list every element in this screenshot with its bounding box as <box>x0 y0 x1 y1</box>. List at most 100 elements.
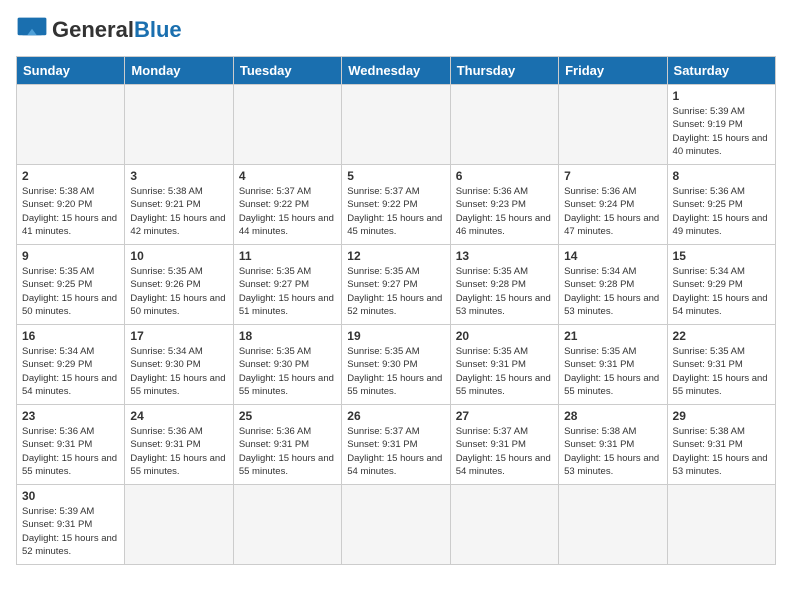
calendar-cell <box>450 85 558 165</box>
day-info: Sunrise: 5:34 AM Sunset: 9:28 PM Dayligh… <box>564 265 661 318</box>
day-number: 14 <box>564 249 661 263</box>
day-info: Sunrise: 5:36 AM Sunset: 9:24 PM Dayligh… <box>564 185 661 238</box>
day-info: Sunrise: 5:36 AM Sunset: 9:31 PM Dayligh… <box>22 425 119 478</box>
day-number: 6 <box>456 169 553 183</box>
day-number: 19 <box>347 329 444 343</box>
calendar-cell: 3 Sunrise: 5:38 AM Sunset: 9:21 PM Daylig… <box>125 165 233 245</box>
calendar-cell: 11 Sunrise: 5:35 AM Sunset: 9:27 PM Dayli… <box>233 245 341 325</box>
header-monday: Monday <box>125 57 233 85</box>
day-number: 10 <box>130 249 227 263</box>
day-number: 2 <box>22 169 119 183</box>
day-info: Sunrise: 5:37 AM Sunset: 9:22 PM Dayligh… <box>347 185 444 238</box>
day-number: 9 <box>22 249 119 263</box>
day-info: Sunrise: 5:36 AM Sunset: 9:31 PM Dayligh… <box>239 425 336 478</box>
day-number: 11 <box>239 249 336 263</box>
day-info: Sunrise: 5:35 AM Sunset: 9:27 PM Dayligh… <box>239 265 336 318</box>
day-number: 25 <box>239 409 336 423</box>
day-info: Sunrise: 5:38 AM Sunset: 9:21 PM Dayligh… <box>130 185 227 238</box>
day-info: Sunrise: 5:35 AM Sunset: 9:26 PM Dayligh… <box>130 265 227 318</box>
header-sunday: Sunday <box>17 57 125 85</box>
day-number: 1 <box>673 89 770 103</box>
day-info: Sunrise: 5:35 AM Sunset: 9:31 PM Dayligh… <box>564 345 661 398</box>
calendar-row: 9 Sunrise: 5:35 AM Sunset: 9:25 PM Daylig… <box>17 245 776 325</box>
day-info: Sunrise: 5:37 AM Sunset: 9:31 PM Dayligh… <box>456 425 553 478</box>
day-info: Sunrise: 5:35 AM Sunset: 9:28 PM Dayligh… <box>456 265 553 318</box>
day-number: 7 <box>564 169 661 183</box>
day-info: Sunrise: 5:38 AM Sunset: 9:31 PM Dayligh… <box>564 425 661 478</box>
day-number: 18 <box>239 329 336 343</box>
day-info: Sunrise: 5:36 AM Sunset: 9:31 PM Dayligh… <box>130 425 227 478</box>
calendar-cell: 23 Sunrise: 5:36 AM Sunset: 9:31 PM Dayli… <box>17 405 125 485</box>
calendar-cell: 20Sunrise: 5:35 AM Sunset: 9:31 PM Dayli… <box>450 325 558 405</box>
day-number: 4 <box>239 169 336 183</box>
day-info: Sunrise: 5:38 AM Sunset: 9:31 PM Dayligh… <box>673 425 770 478</box>
day-number: 26 <box>347 409 444 423</box>
calendar-row: 30 Sunrise: 5:39 AM Sunset: 9:31 PM Dayli… <box>17 485 776 565</box>
page-header: GeneralBlue <box>16 16 776 44</box>
day-info: Sunrise: 5:34 AM Sunset: 9:30 PM Dayligh… <box>130 345 227 398</box>
calendar-cell: 14 Sunrise: 5:34 AM Sunset: 9:28 PM Dayli… <box>559 245 667 325</box>
day-info: Sunrise: 5:37 AM Sunset: 9:31 PM Dayligh… <box>347 425 444 478</box>
day-info: Sunrise: 5:39 AM Sunset: 9:19 PM Dayligh… <box>673 105 770 158</box>
header-row: SundayMondayTuesdayWednesdayThursdayFrid… <box>17 57 776 85</box>
calendar-cell: 8Sunrise: 5:36 AM Sunset: 9:25 PM Daylig… <box>667 165 775 245</box>
calendar-cell: 29 Sunrise: 5:38 AM Sunset: 9:31 PM Dayli… <box>667 405 775 485</box>
calendar-cell: 27Sunrise: 5:37 AM Sunset: 9:31 PM Dayli… <box>450 405 558 485</box>
day-number: 20 <box>456 329 553 343</box>
day-info: Sunrise: 5:35 AM Sunset: 9:30 PM Dayligh… <box>239 345 336 398</box>
day-number: 28 <box>564 409 661 423</box>
logo: GeneralBlue <box>16 16 182 44</box>
calendar-cell: 28 Sunrise: 5:38 AM Sunset: 9:31 PM Dayli… <box>559 405 667 485</box>
day-number: 22 <box>673 329 770 343</box>
day-info: Sunrise: 5:36 AM Sunset: 9:23 PM Dayligh… <box>456 185 553 238</box>
calendar-cell: 5 Sunrise: 5:37 AM Sunset: 9:22 PM Daylig… <box>342 165 450 245</box>
calendar-table: SundayMondayTuesdayWednesdayThursdayFrid… <box>16 56 776 565</box>
day-info: Sunrise: 5:35 AM Sunset: 9:25 PM Dayligh… <box>22 265 119 318</box>
logo-text: GeneralBlue <box>52 17 182 43</box>
calendar-cell: 21Sunrise: 5:35 AM Sunset: 9:31 PM Dayli… <box>559 325 667 405</box>
header-wednesday: Wednesday <box>342 57 450 85</box>
calendar-cell <box>233 85 341 165</box>
header-friday: Friday <box>559 57 667 85</box>
calendar-cell: 10 Sunrise: 5:35 AM Sunset: 9:26 PM Dayli… <box>125 245 233 325</box>
day-info: Sunrise: 5:37 AM Sunset: 9:22 PM Dayligh… <box>239 185 336 238</box>
day-number: 5 <box>347 169 444 183</box>
calendar-cell <box>342 85 450 165</box>
calendar-cell <box>450 485 558 565</box>
calendar-cell: 25 Sunrise: 5:36 AM Sunset: 9:31 PM Dayli… <box>233 405 341 485</box>
day-info: Sunrise: 5:38 AM Sunset: 9:20 PM Dayligh… <box>22 185 119 238</box>
calendar-cell <box>559 85 667 165</box>
day-number: 30 <box>22 489 119 503</box>
day-number: 29 <box>673 409 770 423</box>
calendar-cell <box>125 85 233 165</box>
calendar-cell <box>125 485 233 565</box>
day-number: 13 <box>456 249 553 263</box>
calendar-cell <box>17 85 125 165</box>
calendar-cell <box>342 485 450 565</box>
day-number: 23 <box>22 409 119 423</box>
calendar-cell: 17 Sunrise: 5:34 AM Sunset: 9:30 PM Dayli… <box>125 325 233 405</box>
calendar-row: 2 Sunrise: 5:38 AM Sunset: 9:20 PM Daylig… <box>17 165 776 245</box>
day-number: 15 <box>673 249 770 263</box>
day-info: Sunrise: 5:35 AM Sunset: 9:27 PM Dayligh… <box>347 265 444 318</box>
logo-icon <box>16 16 48 44</box>
calendar-row: 16Sunrise: 5:34 AM Sunset: 9:29 PM Dayli… <box>17 325 776 405</box>
calendar-cell <box>667 485 775 565</box>
calendar-cell: 22Sunrise: 5:35 AM Sunset: 9:31 PM Dayli… <box>667 325 775 405</box>
calendar-cell: 7 Sunrise: 5:36 AM Sunset: 9:24 PM Daylig… <box>559 165 667 245</box>
calendar-cell: 16Sunrise: 5:34 AM Sunset: 9:29 PM Dayli… <box>17 325 125 405</box>
day-number: 8 <box>673 169 770 183</box>
day-number: 16 <box>22 329 119 343</box>
calendar-cell: 4 Sunrise: 5:37 AM Sunset: 9:22 PM Daylig… <box>233 165 341 245</box>
calendar-cell: 1 Sunrise: 5:39 AM Sunset: 9:19 PM Daylig… <box>667 85 775 165</box>
day-info: Sunrise: 5:39 AM Sunset: 9:31 PM Dayligh… <box>22 505 119 558</box>
day-number: 3 <box>130 169 227 183</box>
day-number: 17 <box>130 329 227 343</box>
calendar-cell: 18 Sunrise: 5:35 AM Sunset: 9:30 PM Dayli… <box>233 325 341 405</box>
day-info: Sunrise: 5:35 AM Sunset: 9:30 PM Dayligh… <box>347 345 444 398</box>
calendar-cell <box>559 485 667 565</box>
header-tuesday: Tuesday <box>233 57 341 85</box>
header-saturday: Saturday <box>667 57 775 85</box>
calendar-cell: 2 Sunrise: 5:38 AM Sunset: 9:20 PM Daylig… <box>17 165 125 245</box>
calendar-cell: 13 Sunrise: 5:35 AM Sunset: 9:28 PM Dayli… <box>450 245 558 325</box>
